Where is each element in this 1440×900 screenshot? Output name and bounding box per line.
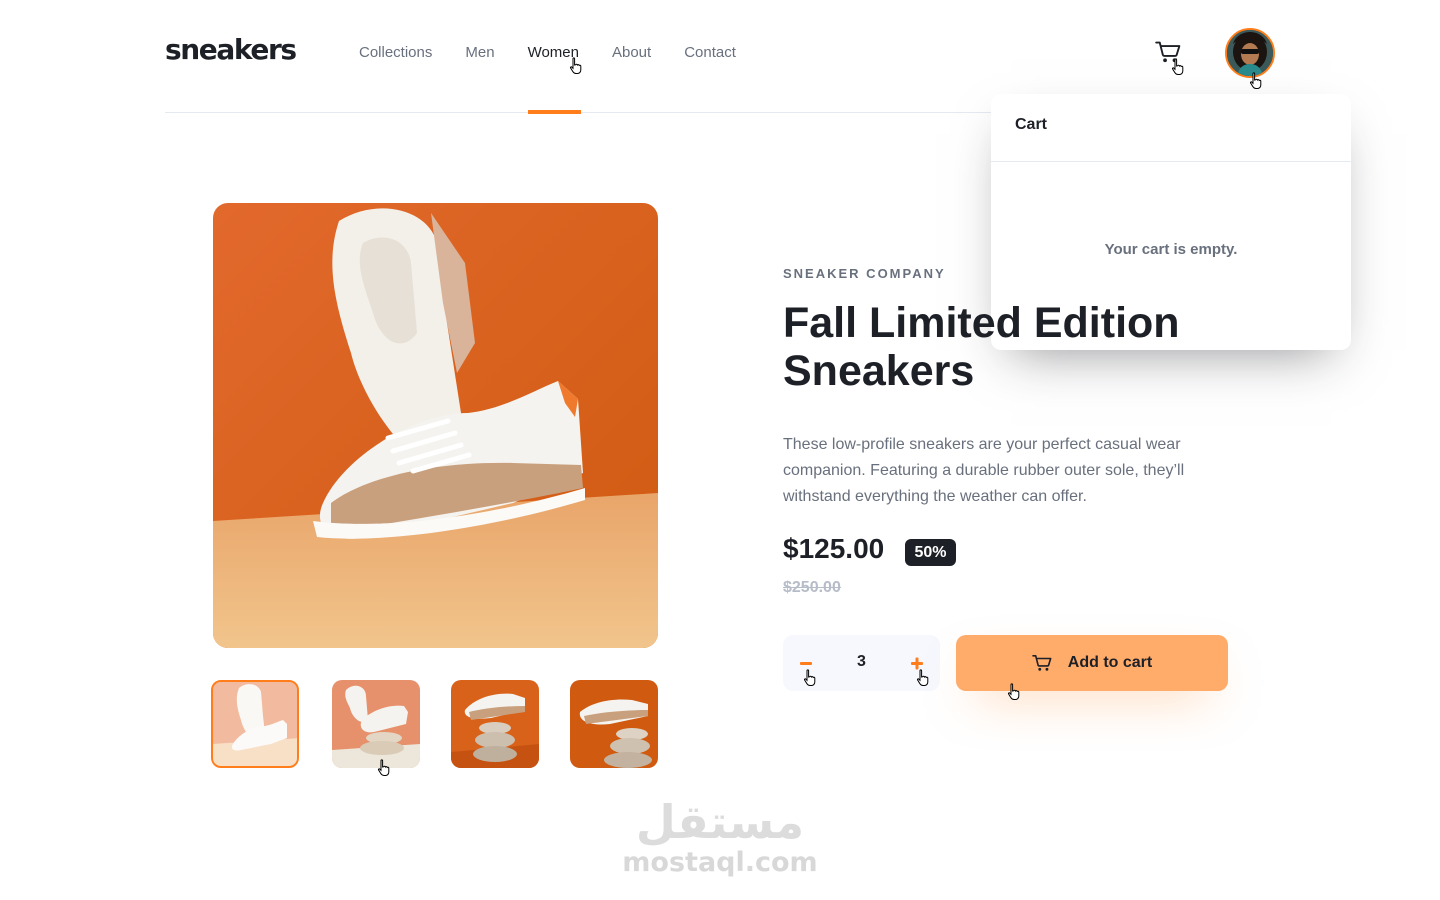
product-main-image[interactable] bbox=[213, 203, 658, 648]
company-name: SNEAKER COMPANY bbox=[783, 266, 946, 281]
nav-women[interactable]: Women bbox=[527, 0, 582, 114]
nav-men[interactable]: Men bbox=[465, 0, 494, 113]
thumbnail-3[interactable] bbox=[451, 680, 539, 768]
original-price: $250.00 bbox=[783, 579, 841, 596]
nav-contact[interactable]: Contact bbox=[684, 0, 736, 113]
cart-title: Cart bbox=[1015, 116, 1048, 133]
product-title: Fall Limited Edition Sneakers bbox=[783, 299, 1180, 395]
watermark: مستقل mostaql.com bbox=[520, 796, 920, 878]
product-description: These low-profile sneakers are your perf… bbox=[783, 436, 1185, 505]
cart-icon bbox=[1031, 654, 1052, 671]
add-to-cart-button[interactable]: Add to cart bbox=[956, 635, 1228, 691]
thumbnail-1[interactable] bbox=[211, 680, 299, 768]
nav-collections[interactable]: Collections bbox=[359, 0, 432, 113]
quantity-stepper: 3 bbox=[783, 635, 940, 691]
cart-empty-message: Your cart is empty. bbox=[1104, 241, 1238, 258]
current-price: $125.00 bbox=[783, 533, 885, 564]
nav-about[interactable]: About bbox=[612, 0, 651, 113]
watermark-latin: mostaql.com bbox=[622, 847, 818, 878]
thumbnail-4[interactable] bbox=[570, 680, 658, 768]
watermark-arabic: مستقل bbox=[635, 795, 805, 849]
add-to-cart-label: Add to cart bbox=[1067, 654, 1153, 671]
cart-divider bbox=[991, 161, 1351, 162]
plus-icon bbox=[911, 657, 923, 670]
cart-button[interactable] bbox=[1155, 40, 1181, 64]
avatar-icon bbox=[1227, 30, 1273, 76]
user-avatar[interactable] bbox=[1225, 28, 1275, 78]
thumbnail-2[interactable] bbox=[332, 680, 420, 768]
cart-icon bbox=[1155, 41, 1181, 63]
discount-badge: 50% bbox=[905, 539, 956, 566]
logo[interactable]: sneakers bbox=[165, 33, 297, 66]
quantity-increase-button[interactable] bbox=[910, 655, 924, 671]
main-nav: Collections Men Women About Contact bbox=[359, 0, 769, 114]
